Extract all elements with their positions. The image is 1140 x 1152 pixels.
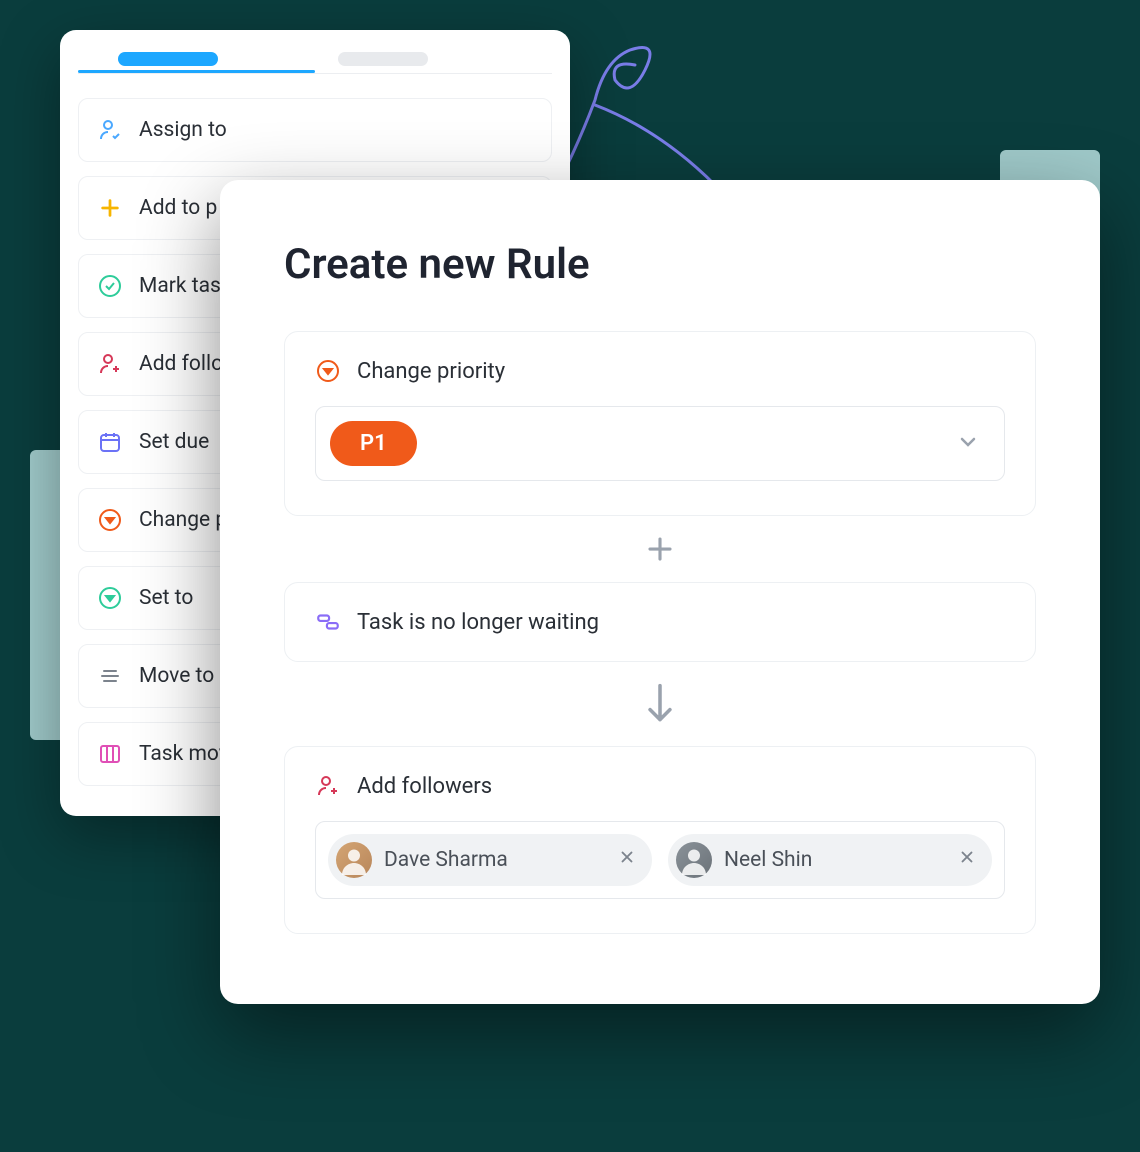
remove-chip-button[interactable] [958,848,976,872]
tabs-row [78,52,552,66]
remove-chip-button[interactable] [618,848,636,872]
action-label: Mark tas [139,274,221,298]
priority-icon [97,507,123,533]
board-icon [97,741,123,767]
priority-icon [315,358,341,384]
block-header-priority: Change priority [315,358,1005,384]
waiting-icon [315,609,341,635]
action-label: Move to [139,664,214,688]
action-label: Assign to [139,118,227,142]
block-header-condition: Task is no longer waiting [315,609,1005,635]
chip-label: Dave Sharma [384,848,508,872]
check-circle-icon [97,273,123,299]
block-header-followers: Add followers [315,773,1005,799]
tab-separator [78,73,552,74]
chip-label: Neel Shin [724,848,812,872]
calendar-icon [97,429,123,455]
action-label: Task mov [139,742,229,766]
follower-chip: Neel Shin [668,834,992,886]
flow-arrow-icon [284,662,1036,746]
panel-title: Create new Rule [284,240,1036,289]
user-plus-icon [315,773,341,799]
avatar [336,842,372,878]
add-step-button[interactable] [284,516,1036,582]
priority-pill: P1 [330,421,417,466]
followers-input[interactable]: Dave Sharma Neel Shin [315,821,1005,899]
action-assign-to[interactable]: Assign to [78,98,552,162]
avatar [676,842,712,878]
tab-inactive[interactable] [338,52,428,66]
dropdown-circle-icon [97,585,123,611]
user-assign-icon [97,117,123,143]
action-label: Set to [139,586,193,610]
list-icon [97,663,123,689]
plus-icon [97,195,123,221]
tab-active[interactable] [118,52,218,66]
user-plus-icon [97,351,123,377]
create-rule-panel: Create new Rule Change priority P1 [220,180,1100,1004]
condition-block[interactable]: Task is no longer waiting [284,582,1036,662]
follower-chip: Dave Sharma [328,834,652,886]
action-label: Change p [139,508,227,532]
chevron-down-icon [956,430,980,458]
change-priority-block: Change priority P1 [284,331,1036,516]
action-label: Add follo [139,352,223,376]
add-followers-block: Add followers Dave Sharma Neel Shin [284,746,1036,934]
block-label: Change priority [357,359,505,384]
block-label: Add followers [357,774,492,799]
action-label: Add to p [139,196,217,220]
priority-select[interactable]: P1 [315,406,1005,481]
condition-label: Task is no longer waiting [357,610,599,635]
action-label: Set due [139,430,209,454]
